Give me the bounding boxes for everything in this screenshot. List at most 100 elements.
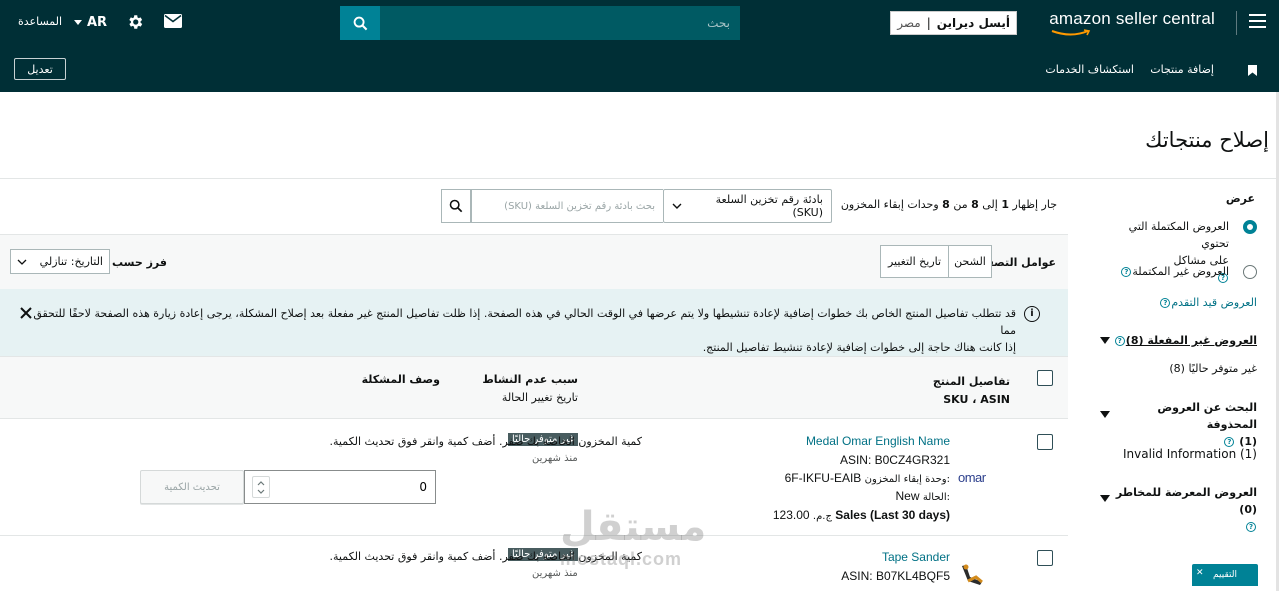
product-condition: New الحالة:: [896, 489, 950, 503]
condition-value: New: [895, 489, 920, 503]
radio-label-incomplete-offers[interactable]: العروض غير المكتملة?: [1099, 263, 1229, 280]
top-navigation-bar: amazon seller central أيسل ديراين | مصر …: [0, 0, 1279, 46]
collapse-triangle-icon[interactable]: [1100, 411, 1110, 418]
sku-filter-select[interactable]: بادئة رقم تخزين السلعة (SKU): [663, 189, 832, 223]
help-link[interactable]: المساعدة: [18, 15, 62, 28]
close-icon[interactable]: ✕: [1196, 568, 1204, 578]
status-change-date: منذ شهرين: [532, 568, 578, 579]
filter-sidebar: عرض العروض المكتملة التي تحتوي على مشاكل…: [1099, 179, 1279, 591]
bookmark-icon[interactable]: [1248, 65, 1257, 76]
in-progress-offers-link[interactable]: العروض قيد التقدم?: [1159, 294, 1257, 311]
search-button[interactable]: [340, 6, 380, 40]
header-inactive-reason: سبب عدم النشاط تاريخ تغيير الحالة: [482, 371, 578, 407]
view-heading: عرض: [1225, 192, 1255, 205]
gear-icon[interactable]: [126, 13, 144, 31]
sort-value: التاريخ: تنازلي: [39, 255, 103, 268]
edit-button[interactable]: تعديل: [14, 58, 66, 80]
language-selector[interactable]: AR: [74, 15, 107, 30]
chevron-down-icon[interactable]: [257, 489, 265, 494]
sku-value: 6F-IKFU-EAIB: [784, 471, 862, 485]
product-asin: ASIN: B0CZ4GR321: [839, 453, 950, 467]
filter-shipping-button[interactable]: الشحن: [948, 245, 992, 278]
collapse-triangle-icon[interactable]: [1100, 337, 1110, 344]
help-icon[interactable]: ?: [1224, 437, 1235, 447]
help-icon[interactable]: ?: [1160, 298, 1171, 308]
help-icon[interactable]: ?: [1114, 336, 1125, 346]
close-icon[interactable]: [18, 305, 34, 321]
chevron-up-icon[interactable]: [257, 480, 265, 486]
header-product-details: تفاصيل المنتج SKU ، ASIN: [933, 373, 1010, 409]
sku-search-input[interactable]: [471, 189, 663, 223]
section-inactive-offers[interactable]: العروض غير المفعلة (8)?: [1114, 332, 1257, 349]
search-icon: [449, 199, 463, 213]
filter-currently-unavailable[interactable]: غير متوفر حاليًا (8): [1169, 362, 1257, 375]
update-quantity-button[interactable]: تحديث الكمية: [140, 470, 244, 504]
feedback-label: التقييم: [1213, 570, 1237, 580]
row-checkbox[interactable]: [1037, 434, 1053, 450]
header-label: سبب عدم النشاط: [482, 373, 578, 386]
global-search: [340, 6, 740, 40]
help-icon[interactable]: ?: [1121, 267, 1132, 277]
store-selector[interactable]: أيسل ديراين | مصر: [890, 11, 1017, 35]
radio-incomplete-offers[interactable]: [1243, 265, 1257, 279]
filter-bar: عوامل التصفية الشحن تاريخ التغيير فرز حس…: [0, 234, 1068, 289]
results-text: من: [953, 198, 968, 211]
chevron-down-icon: [672, 203, 682, 209]
explore-services-link[interactable]: استكشاف الخدمات: [1045, 63, 1134, 76]
product-sales: ج.م. 123.00 Sales (Last 30 days): [773, 508, 950, 522]
mail-icon[interactable]: [164, 14, 182, 28]
seller-central-logo[interactable]: amazon seller central: [1049, 9, 1215, 36]
store-country: مصر: [897, 16, 921, 30]
section-search-deleted-offers[interactable]: البحث عن العروض المحذوفة (1) ?: [1122, 399, 1257, 450]
problem-description: كمية المخزون الخاصة بك صفر. أضف كمية وان…: [329, 435, 643, 448]
section-at-risk-offers[interactable]: العروض المعرضة للمخاطر (0) ?: [1107, 484, 1257, 535]
results-text: وحدات إبقاء المخزون: [840, 198, 939, 211]
section-title: العروض غير المفعلة (8): [1125, 334, 1257, 347]
add-products-link[interactable]: إضافة منتجات: [1150, 63, 1214, 76]
section-title: العروض المعرضة للمخاطر (0): [1115, 486, 1257, 516]
sales-value: 123.00: [772, 508, 810, 522]
results-to: 8: [971, 198, 979, 211]
info-icon: i: [1024, 306, 1040, 322]
thumbnail-text: omar: [958, 470, 986, 485]
select-all-checkbox[interactable]: [1037, 370, 1053, 386]
filter-invalid-information[interactable]: Invalid Information (1): [1123, 447, 1257, 461]
watermark-arabic: مستقل: [560, 504, 707, 550]
section-title: البحث عن العروض المحذوفة: [1157, 401, 1257, 431]
product-title-link[interactable]: Medal Omar English Name: [806, 434, 950, 448]
results-from: 1: [1001, 198, 1009, 211]
row-checkbox[interactable]: [1037, 550, 1053, 566]
filter-change-date-button[interactable]: تاريخ التغيير: [880, 245, 949, 278]
watermark-latin: mostaql.com: [560, 549, 683, 569]
header-problem-description: وصف المشكلة: [361, 373, 440, 386]
header-sublabel: SKU ، ASIN: [943, 393, 1010, 406]
search-input[interactable]: [380, 6, 740, 40]
sort-select[interactable]: التاريخ: تنازلي: [10, 249, 110, 274]
feedback-button[interactable]: ✕ التقييم: [1192, 564, 1258, 586]
caret-down-icon: [74, 20, 82, 25]
divider: [1236, 11, 1237, 35]
divider: [0, 178, 1276, 179]
radio-label-line: العروض المكتملة التي تحتوي: [1128, 220, 1229, 250]
info-alert: i قد تتطلب تفاصيل المنتج الخاص بك خطوات …: [0, 289, 1068, 356]
sales-label: Sales (Last 30 days): [835, 508, 950, 522]
product-asin: ASIN: B07KL4BQF5: [841, 569, 950, 583]
results-total: 8: [942, 198, 950, 211]
product-title-link[interactable]: Tape Sander: [882, 550, 950, 564]
condition-label: الحالة:: [922, 492, 950, 503]
search-icon: [353, 16, 367, 30]
radio-label-text: العروض غير المكتملة: [1132, 265, 1229, 278]
product-thumbnail[interactable]: [958, 563, 986, 589]
table-header: تفاصيل المنتج SKU ، ASIN سبب عدم النشاط …: [0, 356, 1068, 419]
radio-complete-offers-with-issues[interactable]: [1243, 220, 1257, 234]
sku-select-value: بادئة رقم تخزين السلعة (SKU): [715, 193, 823, 219]
results-text: جار إظهار: [1012, 198, 1057, 211]
help-row: ?: [1107, 518, 1257, 535]
product-thumbnail[interactable]: omar: [958, 470, 986, 485]
sku-search-button[interactable]: [441, 189, 471, 223]
quantity-input[interactable]: [244, 470, 436, 504]
help-icon[interactable]: ?: [1246, 522, 1256, 532]
quantity-stepper[interactable]: [252, 476, 270, 498]
language-code: AR: [87, 15, 108, 30]
hamburger-menu-icon[interactable]: [1249, 14, 1266, 28]
